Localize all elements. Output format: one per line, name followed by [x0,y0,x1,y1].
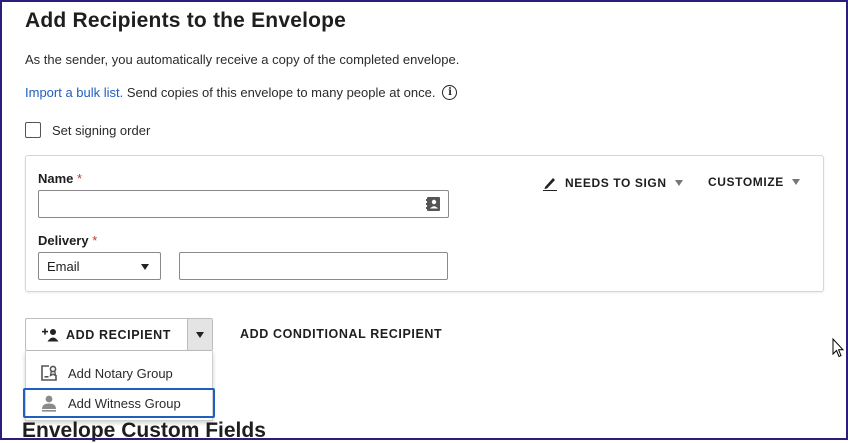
caret-down-icon [791,179,800,185]
notary-icon [41,365,57,381]
caret-down-icon [196,332,204,338]
add-recipient-label: ADD RECIPIENT [66,327,172,342]
delivery-selected-value: Email [47,258,80,274]
signing-order-option[interactable]: Set signing order [25,122,150,138]
add-recipient-menu-toggle[interactable] [187,319,212,350]
contact-book-icon[interactable] [426,196,441,212]
required-mark: * [92,233,98,248]
caret-down-icon [141,264,149,270]
pen-icon [543,178,557,191]
menu-item-add-witness-group[interactable]: Add Witness Group [23,388,215,418]
add-person-icon [42,328,59,341]
customize-dropdown[interactable]: CUSTOMIZE [708,175,800,189]
info-icon[interactable]: i [442,85,458,100]
email-input[interactable] [179,252,448,280]
menu-item-label: Add Notary Group [68,365,173,381]
signing-order-checkbox[interactable] [25,122,41,138]
name-input[interactable] [38,190,449,218]
caret-down-icon [674,180,683,186]
name-label-text: Name [38,171,74,186]
custom-fields-heading: Envelope Custom Fields [22,419,266,442]
menu-item-label: Add Witness Group [68,395,181,411]
required-mark: * [77,171,83,186]
mouse-cursor-icon [832,338,844,358]
add-conditional-recipient-button[interactable]: ADD CONDITIONAL RECIPIENT [240,327,442,341]
delivery-method-select[interactable]: Email [38,252,161,280]
add-recipient-button[interactable]: ADD RECIPIENT [26,319,187,350]
signing-order-label: Set signing order [52,122,151,138]
customize-label: CUSTOMIZE [708,175,784,189]
name-label: Name * [38,171,82,186]
page-title: Add Recipients to the Envelope [25,9,347,32]
add-recipient-split-button: ADD RECIPIENT [25,318,213,351]
delivery-label-text: Delivery [38,233,89,248]
delivery-label: Delivery * [38,233,97,248]
bulk-list-line: Import a bulk list. Send copies of this … [25,85,458,100]
recipient-action-label: NEEDS TO SIGN [565,176,667,190]
bulk-list-description: Send copies of this envelope to many peo… [123,85,436,100]
recipient-card: Name * Delivery * Email NEEDS TO SIGN CU… [25,155,824,292]
witness-icon [42,395,56,412]
menu-item-add-notary-group[interactable]: Add Notary Group [26,358,214,388]
import-bulk-list-link[interactable]: Import a bulk list. [25,85,123,100]
recipient-action-dropdown[interactable]: NEEDS TO SIGN [542,175,683,191]
sender-copy-note: As the sender, you automatically receive… [25,52,460,67]
add-recipient-menu: Add Notary Group Add Witness Group [23,351,215,421]
